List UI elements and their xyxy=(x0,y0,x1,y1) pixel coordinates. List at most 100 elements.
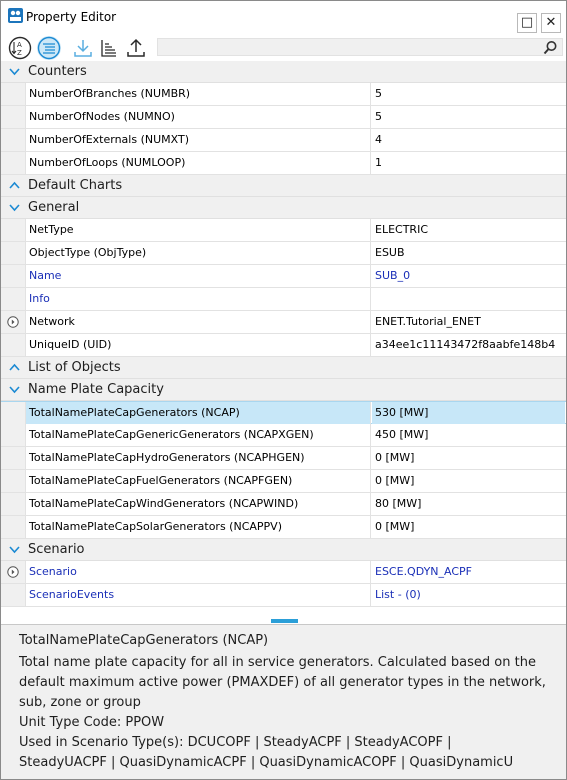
property-row[interactable]: UniqueID (UID) a34ee1c11143472f8aabfe148b… xyxy=(1,334,566,357)
property-name: NumberOfNodes (NUMNO) xyxy=(25,106,371,128)
import-button[interactable] xyxy=(71,36,95,60)
property-name: TotalNamePlateCapFuelGenerators (NCAPFGE… xyxy=(25,470,371,492)
property-value[interactable]: 450 [MW] xyxy=(372,424,565,446)
property-name-link[interactable]: Name xyxy=(25,265,371,287)
property-row[interactable]: Name SUB_0 xyxy=(1,265,566,288)
row-gutter xyxy=(1,447,25,469)
property-value[interactable]: 0 [MW] xyxy=(372,447,565,469)
property-value[interactable]: 1 xyxy=(372,152,565,174)
row-gutter xyxy=(1,83,25,105)
sort-alphabetical-button[interactable]: A Z xyxy=(8,36,32,60)
property-name-link[interactable]: ScenarioEvents xyxy=(25,584,371,606)
property-value[interactable]: ELECTRIC xyxy=(372,219,565,241)
property-value[interactable]: 0 [MW] xyxy=(372,516,565,538)
splitter-grip[interactable] xyxy=(271,619,298,623)
property-name-link[interactable]: Info xyxy=(25,288,371,310)
row-gutter xyxy=(1,106,25,128)
expand-circle-icon[interactable] xyxy=(7,566,19,578)
property-value-link[interactable]: List - (0) xyxy=(372,584,565,606)
download-icon xyxy=(74,40,92,57)
close-button[interactable]: ✕ xyxy=(541,13,561,33)
category-list-of-objects[interactable]: List of Objects xyxy=(1,357,566,379)
property-row[interactable]: TotalNamePlateCapWindGenerators (NCAPWIN… xyxy=(1,493,566,516)
maximize-button[interactable]: □ xyxy=(517,13,537,33)
chevron-up-icon[interactable] xyxy=(9,363,20,372)
description-title: TotalNamePlateCapGenerators (NCAP) xyxy=(19,633,269,648)
row-gutter xyxy=(1,424,25,446)
category-label: Name Plate Capacity xyxy=(28,382,164,397)
property-name: NumberOfLoops (NUMLOOP) xyxy=(25,152,371,174)
property-value[interactable]: 530 [MW] xyxy=(372,402,565,424)
property-value[interactable]: a34ee1c11143472f8aabfe148b4 xyxy=(372,334,565,356)
row-gutter xyxy=(1,152,25,174)
property-row-selected[interactable]: TotalNamePlateCapGenerators (NCAP) 530 [M… xyxy=(1,401,566,424)
property-row[interactable]: Network ENET.Tutorial_ENET xyxy=(1,311,566,334)
property-name: NumberOfBranches (NUMBR) xyxy=(25,83,371,105)
property-row[interactable]: Info xyxy=(1,288,566,311)
chevron-down-icon[interactable] xyxy=(9,203,20,212)
property-value[interactable]: 4 xyxy=(372,129,565,151)
property-row[interactable]: NumberOfNodes (NUMNO) 5 xyxy=(1,106,566,129)
property-row[interactable]: TotalNamePlateCapGenericGenerators (NCAP… xyxy=(1,424,566,447)
category-general[interactable]: General xyxy=(1,197,566,219)
row-gutter xyxy=(1,493,25,515)
property-row[interactable]: Scenario ESCE.QDYN_ACPF xyxy=(1,561,566,584)
row-gutter xyxy=(1,219,25,241)
chevron-down-icon[interactable] xyxy=(9,545,20,554)
category-name-plate-capacity[interactable]: Name Plate Capacity xyxy=(1,379,566,401)
row-gutter xyxy=(1,584,25,606)
property-value-link[interactable]: SUB_0 xyxy=(372,265,565,287)
property-row[interactable]: NumberOfExternals (NUMXT) 4 xyxy=(1,129,566,152)
category-default-charts[interactable]: Default Charts xyxy=(1,175,566,197)
property-grid: Counters NumberOfBranches (NUMBR) 5 Numbe… xyxy=(1,61,566,607)
category-counters[interactable]: Counters xyxy=(1,61,566,83)
property-row[interactable]: NumberOfLoops (NUMLOOP) 1 xyxy=(1,152,566,175)
property-row[interactable]: TotalNamePlateCapFuelGenerators (NCAPFGE… xyxy=(1,470,566,493)
property-value[interactable]: 5 xyxy=(372,83,565,105)
property-value[interactable]: 0 [MW] xyxy=(372,470,565,492)
row-gutter xyxy=(1,470,25,492)
property-value[interactable]: 80 [MW] xyxy=(372,493,565,515)
property-row[interactable]: NumberOfBranches (NUMBR) 5 xyxy=(1,83,566,106)
row-gutter xyxy=(1,265,25,287)
property-row[interactable]: ScenarioEvents List - (0) xyxy=(1,584,566,607)
property-name: Network xyxy=(25,311,371,333)
category-scenario[interactable]: Scenario xyxy=(1,539,566,561)
expand-circle-icon[interactable] xyxy=(7,316,19,328)
property-value[interactable]: ESUB xyxy=(372,242,565,264)
scenario-types-line-1: Used in Scenario Type(s): DCUCOPF | Stea… xyxy=(19,735,452,750)
chevron-up-icon[interactable] xyxy=(9,181,20,190)
property-value-link[interactable]: ESCE.QDYN_ACPF xyxy=(372,561,565,583)
search-icon[interactable] xyxy=(543,40,558,55)
export-button[interactable] xyxy=(124,36,148,60)
description-text: Total name plate capacity for all in ser… xyxy=(19,655,546,710)
categorized-icon xyxy=(37,36,61,60)
title-bar: Property Editor □ ✕ xyxy=(1,1,566,33)
unit-type-code: Unit Type Code: PPOW xyxy=(19,715,165,730)
property-value[interactable]: 5 xyxy=(372,106,565,128)
category-label: General xyxy=(28,200,80,215)
property-value[interactable]: ENET.Tutorial_ENET xyxy=(372,311,565,333)
hierarchy-sort-button[interactable] xyxy=(97,36,121,60)
window-title: Property Editor xyxy=(26,10,117,24)
property-name-link[interactable]: Scenario xyxy=(25,561,371,583)
row-gutter xyxy=(1,311,25,333)
row-gutter xyxy=(1,334,25,356)
chevron-down-icon[interactable] xyxy=(9,67,20,76)
property-row[interactable]: NetType ELECTRIC xyxy=(1,219,566,242)
category-label: List of Objects xyxy=(28,360,121,375)
property-editor-window: Property Editor □ ✕ A Z Counters NumberO… xyxy=(0,0,567,780)
app-logo-icon xyxy=(8,8,23,23)
property-row[interactable]: ObjectType (ObjType) ESUB xyxy=(1,242,566,265)
search-input[interactable] xyxy=(157,38,563,56)
property-name: TotalNamePlateCapSolarGenerators (NCAPPV… xyxy=(25,516,371,538)
property-value[interactable] xyxy=(372,288,565,310)
description-panel: TotalNamePlateCapGenerators (NCAP) Total… xyxy=(1,624,566,779)
chevron-down-icon[interactable] xyxy=(9,385,20,394)
scenario-types-line-2: SteadyUACPF | QuasiDynamicACPF | QuasiDy… xyxy=(19,755,514,770)
property-row[interactable]: TotalNamePlateCapHydroGenerators (NCAPHG… xyxy=(1,447,566,470)
property-name: UniqueID (UID) xyxy=(25,334,371,356)
categorized-view-button[interactable] xyxy=(37,36,61,60)
row-gutter xyxy=(1,516,25,538)
property-row[interactable]: TotalNamePlateCapSolarGenerators (NCAPPV… xyxy=(1,516,566,539)
